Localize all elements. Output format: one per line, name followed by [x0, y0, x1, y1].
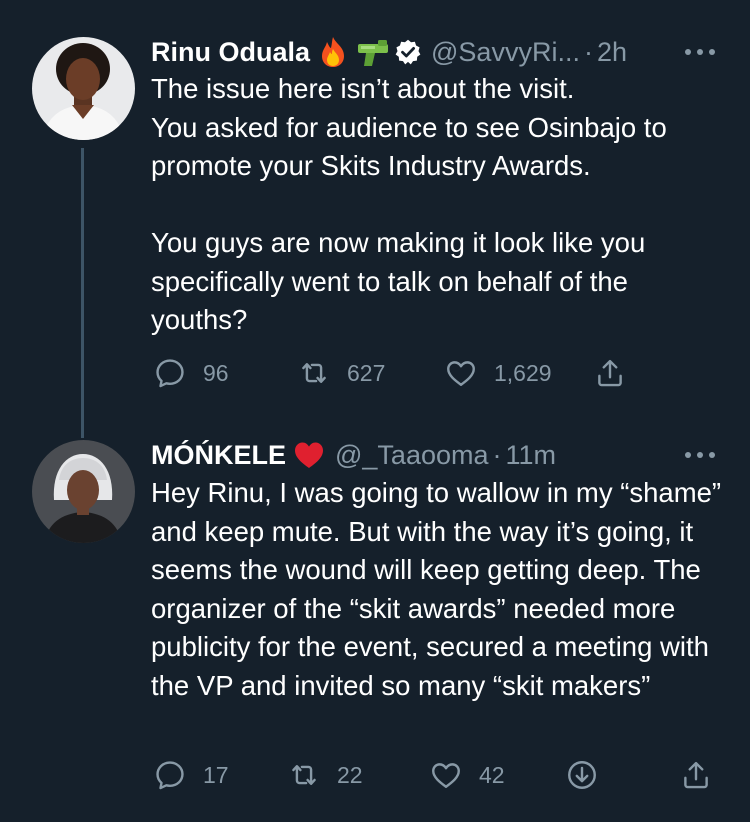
like-count: 1,629 — [494, 359, 552, 386]
more-options-icon[interactable] — [680, 439, 720, 471]
heart-icon — [447, 361, 475, 386]
reply-count: 17 — [203, 761, 229, 788]
tweet-header: Rinu Oduala @SavvyRi... · 2h — [151, 32, 720, 72]
share-icon — [684, 761, 708, 789]
share-button[interactable] — [593, 353, 627, 393]
reply-icon — [156, 761, 184, 790]
avatar[interactable] — [32, 440, 135, 543]
tweet-actions: 96 627 1,629 — [153, 353, 720, 393]
retweet-count: 627 — [347, 359, 386, 386]
tweet-paragraph: Hey Rinu, I was going to wallow in my “s… — [151, 477, 722, 701]
share-button[interactable] — [679, 755, 713, 795]
red-heart-emoji — [292, 438, 326, 472]
retweet-button[interactable]: 22 — [287, 755, 363, 795]
retweet-count: 22 — [337, 761, 363, 788]
retweet-icon — [292, 765, 316, 785]
fire-emoji — [316, 35, 350, 69]
download-button[interactable] — [565, 755, 599, 795]
tweet-actions: 17 22 42 — [153, 755, 720, 795]
tweet-text: Hey Rinu, I was going to wallow in my “s… — [151, 474, 726, 705]
timestamp[interactable]: 2h — [597, 37, 627, 68]
tweet-paragraph: The issue here isn’t about the visit. — [151, 73, 575, 104]
reply-button[interactable]: 96 — [153, 353, 229, 393]
reply-icon — [156, 359, 184, 388]
like-button[interactable]: 42 — [429, 755, 505, 795]
tweet-paragraph: You asked for audience to see Osinbajo t… — [151, 111, 667, 182]
water-pistol-emoji — [356, 35, 390, 69]
separator-dot: · — [583, 36, 593, 67]
heart-icon — [432, 763, 460, 788]
timestamp[interactable]: 11m — [506, 440, 557, 471]
avatar[interactable] — [32, 37, 135, 140]
handle[interactable]: @SavvyRi... — [431, 37, 580, 68]
handle[interactable]: @_Taaooma — [335, 440, 489, 471]
thread-line — [81, 148, 84, 438]
more-options-icon[interactable] — [680, 36, 720, 68]
retweet-button[interactable]: 627 — [297, 353, 385, 393]
like-count: 42 — [479, 761, 505, 788]
download-icon — [568, 761, 596, 789]
reply-count: 96 — [203, 359, 229, 386]
share-icon — [598, 359, 622, 387]
display-name[interactable]: Rinu Oduala — [151, 37, 310, 68]
tweet-paragraph: You guys are now making it look like you… — [151, 227, 646, 335]
tweet-text: The issue here isn’t about the visit. Yo… — [151, 70, 726, 340]
tweet-rinu-oduala[interactable]: Rinu Oduala @SavvyRi... · 2h The issue h… — [0, 0, 750, 438]
display-name[interactable]: MÓŃKELE — [151, 440, 286, 471]
tweet-header: MÓŃKELE @_Taaooma · 11m — [151, 435, 720, 475]
like-button[interactable]: 1,629 — [444, 353, 552, 393]
retweet-icon — [302, 363, 326, 383]
verified-badge-icon — [394, 38, 422, 66]
separator-dot: · — [492, 439, 502, 470]
reply-button[interactable]: 17 — [153, 755, 229, 795]
tweet-monkele[interactable]: MÓŃKELE @_Taaooma · 11m Hey Rinu, I was … — [0, 418, 750, 822]
